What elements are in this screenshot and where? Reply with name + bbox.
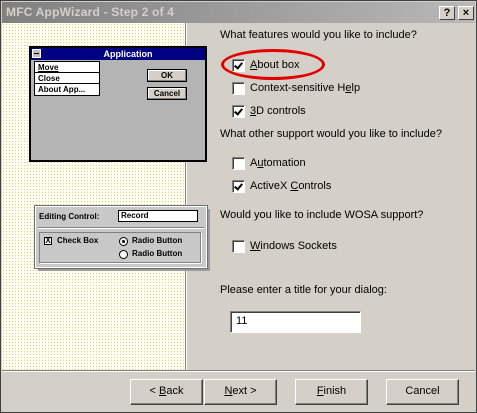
back-button[interactable]: < Back: [130, 379, 203, 405]
title-bar: MFC AppWizard - Step 2 of 4 ? ×: [2, 2, 475, 23]
window-title: MFC AppWizard - Step 2 of 4: [6, 5, 175, 19]
appwizard-window: MFC AppWizard - Step 2 of 4 ? × Applicat…: [0, 0, 477, 413]
context-help-checkbox[interactable]: [232, 82, 245, 95]
preview-system-menu: Move Close About App...: [34, 61, 100, 96]
context-help-label: Context-sensitive Help: [250, 82, 361, 94]
preview-controls: Editing Control: Record X Check Box Radi…: [35, 206, 207, 268]
preview-check-box: X: [44, 236, 52, 245]
preview-separator: [38, 227, 204, 229]
preview-radio-label: Radio Button: [132, 249, 183, 258]
help-button[interactable]: ?: [439, 6, 455, 20]
preview-menu-item: Move: [35, 62, 99, 73]
preview-menu-item: About App...: [38, 85, 86, 94]
button-separator: [2, 370, 475, 372]
preview-group-box: X Check Box Radio Button Radio Button: [39, 232, 201, 263]
preview-dialog: Application Move Close About App... OK C…: [29, 46, 207, 162]
preview-check-box-label: Check Box: [57, 236, 99, 245]
windows-sockets-checkbox[interactable]: [232, 240, 245, 253]
dialog-title-input[interactable]: 11: [230, 311, 361, 333]
features-question: What features would you like to include?: [220, 29, 417, 41]
cancel-button[interactable]: Cancel: [386, 379, 459, 405]
3d-controls-checkbox[interactable]: [232, 105, 245, 118]
activex-controls-checkbox[interactable]: [232, 180, 245, 193]
activex-controls-label: ActiveX Controls: [250, 180, 332, 192]
automation-label: Automation: [250, 157, 306, 169]
automation-checkbox[interactable]: [232, 157, 245, 170]
preview-radio-label: Radio Button: [132, 236, 183, 245]
close-button[interactable]: ×: [458, 6, 474, 20]
preview-edit-label: Editing Control:: [39, 212, 100, 221]
finish-button[interactable]: Finish: [295, 379, 368, 405]
other-support-question: What other support would you like to inc…: [220, 128, 442, 140]
preview-ok-button: OK: [147, 69, 187, 82]
next-button[interactable]: Next >: [204, 379, 277, 405]
preview-cancel-button: Cancel: [147, 87, 187, 100]
preview-radio-button-selected: [119, 237, 128, 246]
windows-sockets-label: Windows Sockets: [250, 240, 337, 252]
preview-edit-field: Record: [118, 210, 198, 222]
title-prompt: Please enter a title for your dialog:: [220, 284, 387, 296]
wosa-question: Would you like to include WOSA support?: [220, 209, 424, 221]
red-highlight-ellipse: [221, 49, 325, 80]
3d-controls-label: 3D controls: [250, 105, 306, 117]
preview-system-menu-icon: [32, 49, 41, 58]
preview-radio-button: [119, 250, 128, 259]
preview-dialog-title: Application: [31, 48, 205, 60]
preview-menu-item: Close: [35, 73, 99, 84]
